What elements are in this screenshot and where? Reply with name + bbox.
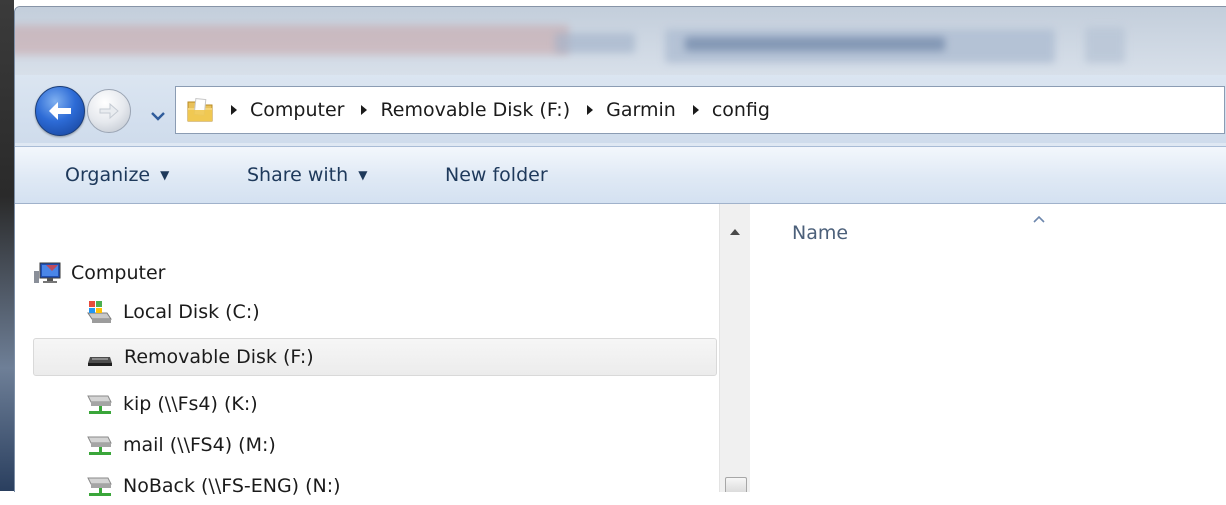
breadcrumb-computer[interactable]: Computer [228,99,358,121]
scroll-up-arrow-icon[interactable] [729,221,741,240]
nav-item-computer[interactable]: Computer [31,254,713,292]
organize-button[interactable]: Organize ▼ [65,147,169,203]
folder-icon [186,97,214,123]
column-header-name[interactable]: Name [792,222,848,244]
breadcrumb-label[interactable]: Computer [250,99,344,121]
share-with-label: Share with [247,164,349,186]
breadcrumb-separator-icon[interactable] [586,104,594,116]
navigation-pane[interactable]: Computer Local Disk (C:) Removable Disk … [15,204,719,497]
breadcrumb-garmin[interactable]: Garmin [584,99,690,121]
file-list-pane[interactable]: Name [750,204,1226,492]
nav-item-label: Computer [71,262,166,284]
blurred-title-bar [15,7,1226,77]
removable-disk-icon [84,347,116,367]
nav-item-label: mail (\\FS4) (M:) [123,434,276,456]
breadcrumb-label[interactable]: Garmin [606,99,676,121]
breadcrumb-separator-icon[interactable] [692,104,700,116]
local-disk-icon [83,299,115,325]
chevron-down-icon [151,112,165,121]
forward-arrow-icon [99,102,119,120]
breadcrumb-label[interactable]: Removable Disk (F:) [380,99,570,121]
breadcrumb-label[interactable]: config [712,99,770,121]
nav-item-kip-k[interactable]: kip (\\Fs4) (K:) [83,385,713,423]
scroll-thumb[interactable] [725,477,747,492]
network-drive-icon [83,474,115,498]
nav-item-local-disk-c[interactable]: Local Disk (C:) [83,293,713,331]
network-drive-icon [83,392,115,416]
navigation-row: Computer Removable Disk (F:) Garmin conf… [15,75,1226,143]
organize-label: Organize [65,164,151,186]
share-with-button[interactable]: Share with ▼ [247,147,367,203]
back-button[interactable] [35,86,85,136]
new-folder-label: New folder [445,164,548,186]
new-folder-button[interactable]: New folder [445,147,548,203]
forward-button[interactable] [87,89,131,133]
sort-ascending-icon [1033,208,1045,227]
breadcrumb-separator-icon[interactable] [230,104,238,116]
computer-icon [31,261,63,285]
network-drive-icon [83,433,115,457]
nav-item-label: NoBack (\\FS-ENG) (N:) [123,475,341,497]
breadcrumb-removable-disk[interactable]: Removable Disk (F:) [358,99,584,121]
desktop-background [0,0,14,491]
nav-item-noback-n[interactable]: NoBack (\\FS-ENG) (N:) [83,467,713,505]
nav-item-label: Removable Disk (F:) [124,346,314,368]
nav-item-mail-m[interactable]: mail (\\FS4) (M:) [83,426,713,464]
address-bar[interactable]: Computer Removable Disk (F:) Garmin conf… [175,86,1225,134]
breadcrumb-config[interactable]: config [690,99,784,121]
content-area: Computer Local Disk (C:) Removable Disk … [15,204,1226,497]
explorer-window: Computer Removable Disk (F:) Garmin conf… [14,6,1226,497]
nav-item-label: Local Disk (C:) [123,301,260,323]
breadcrumb-separator-icon[interactable] [360,104,368,116]
recent-pages-button[interactable] [151,106,165,125]
back-arrow-icon [49,102,71,120]
nav-pane-scrollbar[interactable] [719,204,750,492]
nav-item-label: kip (\\Fs4) (K:) [123,393,258,415]
command-bar: Organize ▼ Share with ▼ New folder [15,146,1226,204]
dropdown-caret-icon: ▼ [358,168,368,182]
dropdown-caret-icon: ▼ [160,168,170,182]
nav-item-removable-disk-f[interactable]: Removable Disk (F:) [33,338,717,376]
